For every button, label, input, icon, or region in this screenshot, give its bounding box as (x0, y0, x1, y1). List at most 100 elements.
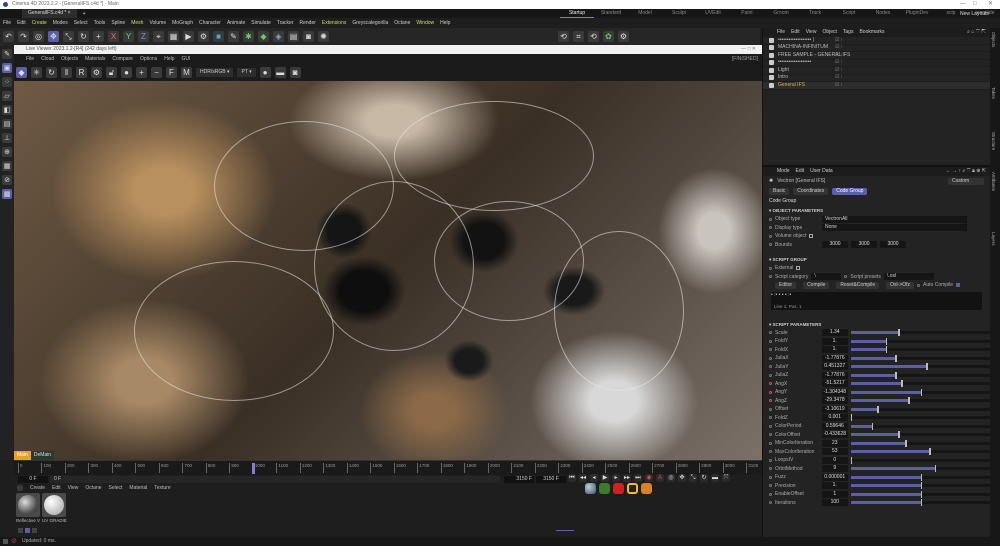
console-icon[interactable] (3, 539, 8, 544)
volume-object-checkbox[interactable] (809, 234, 814, 239)
doc-tab[interactable]: GeneralIFS.c4d * × (22, 9, 77, 18)
snapshot-camera-icon[interactable]: ◙ (289, 66, 301, 78)
tab-basic[interactable]: Basic (769, 187, 790, 195)
lv-menu-cloud[interactable]: Cloud (41, 56, 54, 62)
param-value-field[interactable]: -0.433628 (821, 431, 848, 439)
keyframe-dot[interactable] (769, 390, 772, 394)
attr-menu-user-data[interactable]: User Data (810, 167, 833, 176)
lock-icon[interactable]: 🔓︎ (106, 66, 117, 78)
layout-tab-script[interactable]: Script (832, 9, 866, 18)
keyframe-dot[interactable] (769, 467, 772, 471)
settings-icon[interactable]: ⚙ (91, 66, 102, 78)
prev-frame-icon[interactable]: ◂ (590, 474, 598, 482)
keyframe-dot[interactable] (769, 501, 772, 505)
move-icon[interactable]: ✥ (48, 31, 59, 42)
tab-coordinates[interactable]: Coordinates (793, 187, 829, 195)
keyframe-dot[interactable] (769, 373, 772, 377)
param-slider[interactable] (850, 414, 991, 422)
layout-tab-nodes[interactable]: Nodes (866, 9, 900, 18)
visibility-toggle[interactable]: ☑ ⁝ (835, 67, 842, 75)
render-view-icon[interactable]: ▦ (168, 31, 179, 42)
lv-menu-help[interactable]: Help (164, 56, 174, 62)
script-group-header[interactable]: ▾ SCRIPT GROUP (763, 255, 990, 264)
lv-menu-compare[interactable]: Compare (112, 56, 133, 62)
keyframe-dot[interactable] (769, 331, 772, 335)
key-pla-icon[interactable]: ⤧ (722, 474, 730, 482)
param-value-field[interactable]: 9 (821, 465, 848, 473)
start-frame-field[interactable]: 0 F (18, 476, 48, 483)
slider-knob[interactable] (895, 371, 897, 379)
menu-mograph[interactable]: MoGraph (172, 20, 193, 26)
param-slider[interactable] (850, 439, 991, 447)
mode-tab-main[interactable]: Main (14, 451, 31, 460)
param-slider[interactable] (850, 380, 991, 388)
playhead[interactable] (251, 463, 255, 474)
slider-knob[interactable] (898, 329, 900, 337)
slider-knob[interactable] (885, 346, 888, 354)
material-pick-icon[interactable]: M (181, 66, 192, 78)
code-editor[interactable]: • :• • • • :• Line 1, Pos. 1 (771, 291, 982, 310)
bounds-z-field[interactable]: 3000 (880, 241, 906, 249)
menu-select[interactable]: Select (74, 20, 88, 26)
menu-greyscalegorilla[interactable]: Greyscalegorilla (352, 20, 388, 26)
param-slider[interactable] (850, 456, 991, 464)
param-value-field[interactable]: 0.000001 (821, 473, 848, 481)
om-menu-tags[interactable]: Tags (843, 28, 854, 37)
param-slider[interactable] (850, 482, 991, 490)
param-value-field[interactable]: 1.34 (821, 329, 848, 337)
menu-help[interactable]: Help (440, 20, 450, 26)
workplane-icon[interactable]: ▦ (2, 161, 12, 171)
slider-knob[interactable] (850, 456, 853, 464)
slider-knob[interactable] (871, 422, 874, 430)
param-value-field[interactable]: 1. (821, 337, 848, 345)
param-slider[interactable] (850, 397, 991, 405)
param-value-field[interactable]: 53 (821, 448, 848, 456)
param-value-field[interactable]: 0.451327 (821, 363, 848, 371)
object-parameters-header[interactable]: ▾ OBJECT PARAMETERS (763, 206, 990, 215)
model-mode-icon[interactable]: ▣ (2, 63, 12, 73)
layout-tab-standard[interactable]: Standard (594, 9, 628, 18)
menu-render[interactable]: Render (300, 20, 316, 26)
spline-pen-icon[interactable]: ✎ (228, 31, 239, 42)
keyframe-dot[interactable] (769, 399, 772, 403)
autokey-icon[interactable]: A (656, 474, 664, 482)
param-value-field[interactable]: 0.001 (821, 414, 848, 422)
mat-menu-select[interactable]: Select (109, 485, 123, 491)
end-frame-field[interactable]: 3150 F (536, 476, 566, 483)
menu-volume[interactable]: Volume (149, 20, 166, 26)
render-picture-viewer-icon[interactable]: ▶ (183, 31, 194, 42)
slider-knob[interactable] (920, 499, 923, 507)
param-slider[interactable] (850, 329, 991, 337)
keyframe-dot[interactable] (769, 484, 772, 488)
param-value-field[interactable]: 100 (821, 499, 848, 507)
cube-icon[interactable]: ■ (213, 31, 224, 42)
light-icon[interactable]: ✺ (318, 31, 329, 42)
lv-menu-gui[interactable]: GUI (182, 56, 191, 62)
param-value-field[interactable]: 1. (821, 346, 848, 354)
auto-compile-checkbox[interactable] (956, 283, 961, 288)
object-row[interactable]: General IFS ☑ ⁝ (763, 82, 990, 90)
visibility-toggle[interactable]: ☑ ⁝ (835, 52, 842, 60)
param-value-field[interactable]: -51.5217 (821, 380, 848, 388)
keyframe-dot[interactable] (769, 339, 772, 343)
layout-tab-uvedit[interactable]: UVEdit (696, 9, 730, 18)
keyframe-dot[interactable] (769, 433, 772, 437)
points-mode-icon[interactable]: ⁘ (2, 77, 12, 87)
keyframe-dot[interactable] (769, 450, 772, 454)
side-tab-takes[interactable]: Takes (991, 87, 996, 99)
key-rotation-icon[interactable]: ↻ (700, 474, 708, 482)
slider-knob[interactable] (898, 431, 900, 439)
side-tab-layers[interactable]: Layers (991, 232, 996, 246)
list-view-icon[interactable] (18, 528, 23, 533)
timeline-ruler[interactable]: 0 100 200 300 400 500 600 700 800 900 1000 1100 1200… (14, 460, 762, 475)
viewport-icon-2[interactable]: ⟲ (588, 31, 599, 42)
mode-tab-demain[interactable]: DeMain (30, 451, 55, 460)
go-to-start-icon[interactable]: ⏮ (568, 474, 576, 482)
octane-live-icon[interactable]: ✿ (603, 31, 614, 42)
slider-knob[interactable] (926, 363, 928, 371)
layout-tab-startup[interactable]: Startup (560, 9, 594, 18)
menu-mesh[interactable]: Mesh (131, 20, 143, 26)
rotate-icon[interactable]: ↻ (78, 31, 89, 42)
keyframe-dot[interactable] (769, 348, 772, 352)
maximize-button[interactable]: □ (973, 0, 977, 9)
